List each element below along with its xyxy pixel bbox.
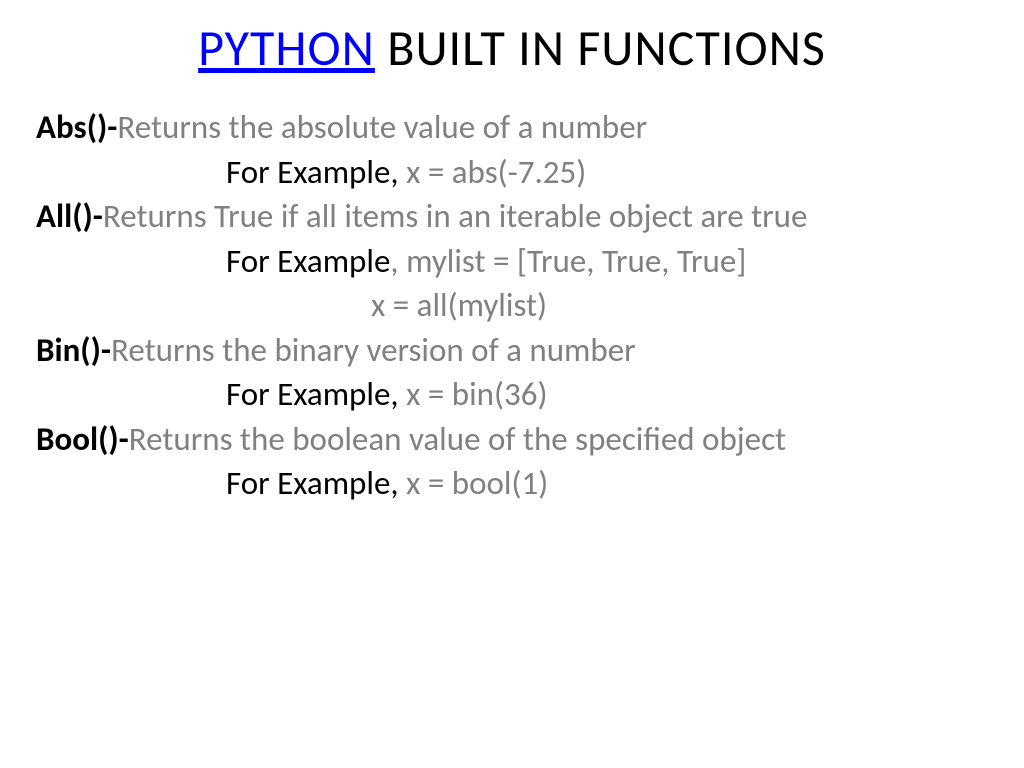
function-bool: Bool()-Returns the boolean value of the … xyxy=(36,417,988,462)
example-code: , mylist = [True, True, True] xyxy=(390,241,746,281)
title-python-link[interactable]: PYTHON xyxy=(198,18,375,79)
fn-example-bin: For Example, x = bin(36) xyxy=(36,372,988,417)
example-code: x = bin(36) xyxy=(406,374,547,414)
example-label: For Example, xyxy=(226,152,406,192)
example-code: x = abs(-7.25) xyxy=(406,152,586,192)
fn-desc-all: Returns True if all items in an iterable… xyxy=(103,196,808,236)
example-code: x = all(mylist) xyxy=(371,285,547,325)
fn-example-all: For Example, mylist = [True, True, True] xyxy=(36,239,988,284)
fn-example-abs: For Example, x = abs(-7.25) xyxy=(36,150,988,195)
fn-name-bin: Bin()- xyxy=(36,330,111,370)
fn-name-all: All()- xyxy=(36,196,103,236)
function-all: All()-Returns True if all items in an it… xyxy=(36,194,988,239)
fn-example-bool: For Example, x = bool(1) xyxy=(36,461,988,506)
example-code: x = bool(1) xyxy=(406,463,548,503)
slide-title: PYTHON BUILT IN FUNCTIONS xyxy=(36,18,988,79)
example-label: For Example, xyxy=(226,374,406,414)
fn-desc-bool: Returns the boolean value of the specifi… xyxy=(129,419,786,459)
slide-content: PYTHON BUILT IN FUNCTIONS Abs()-Returns … xyxy=(0,0,1024,506)
content-body: Abs()-Returns the absolute value of a nu… xyxy=(36,105,988,506)
fn-name-bool: Bool()- xyxy=(36,419,129,459)
fn-name-abs: Abs()- xyxy=(36,107,117,147)
example-label: For Example xyxy=(226,241,390,281)
title-rest: BUILT IN FUNCTIONS xyxy=(375,18,826,79)
function-bin: Bin()-Returns the binary version of a nu… xyxy=(36,328,988,373)
fn-desc-abs: Returns the absolute value of a number xyxy=(117,107,647,147)
example-label: For Example, xyxy=(226,463,406,503)
fn-desc-bin: Returns the binary version of a number xyxy=(111,330,636,370)
function-abs: Abs()-Returns the absolute value of a nu… xyxy=(36,105,988,150)
fn-example-all-line2: x = all(mylist) xyxy=(36,283,988,328)
